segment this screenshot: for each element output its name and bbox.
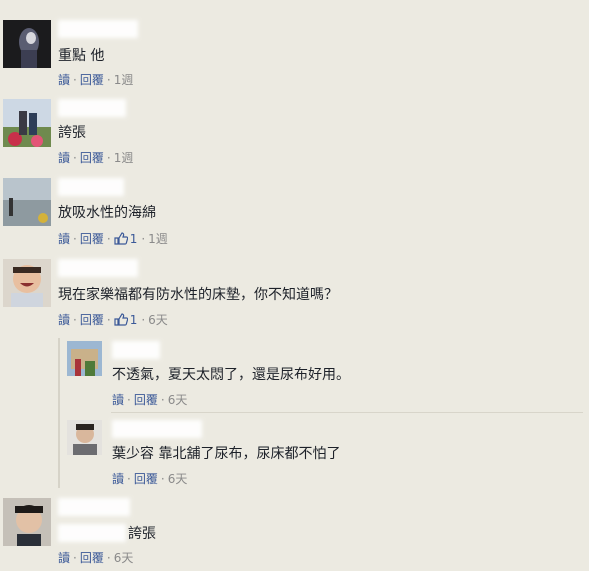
comment-actions: 讀 · 回覆 · 1 · 6天 [58,313,168,327]
reply-text: 不透氣，夏天太悶了，還是尿布好用。 [112,367,350,383]
reply-link[interactable]: 回覆 [80,551,104,565]
reply-text: 葉少容 靠北舖了尿布，尿床都不怕了 [112,446,341,462]
comment: 放吸水性的海綿 讀 · 回覆 · 1 · 1週 [3,178,583,248]
timestamp[interactable]: 1週 [114,73,134,87]
reply-link[interactable]: 回覆 [134,393,158,407]
commenter-name-redacted [58,498,130,516]
comment-text: 現在家樂福都有防水性的床墊，你不知道嗎？ [58,287,338,303]
reply-link[interactable]: 回覆 [80,313,104,327]
reply-link[interactable]: 回覆 [80,232,104,246]
reply-divider [111,412,583,413]
comment-actions: 讀 · 回覆 · 1 · 1週 [58,232,168,246]
read-link[interactable]: 讀 [58,551,70,565]
commenter-name-redacted [58,178,124,196]
read-link[interactable]: 讀 [112,393,124,407]
comment: 誇張 讀 · 回覆 · 6天 [3,498,583,568]
reply-actions: 讀 · 回覆 · 6天 [112,472,188,486]
avatar[interactable] [3,259,51,307]
comment-text: 誇張 [58,125,86,141]
thumbs-up-icon[interactable] [114,313,128,326]
commenter-name-redacted [58,259,138,277]
comment-text: 放吸水性的海綿 [58,205,156,221]
timestamp[interactable]: 1週 [148,232,168,246]
timestamp[interactable]: 6天 [168,472,188,486]
commenter-name-redacted [58,20,138,38]
comment-actions: 讀 · 回覆 · 1週 [58,151,134,165]
avatar[interactable] [3,498,51,546]
comment: 重點 他 讀 · 回覆 · 1週 [3,20,583,90]
read-link[interactable]: 讀 [58,151,70,165]
commenter-name-redacted [112,341,160,359]
comment: 誇張 讀 · 回覆 · 1週 [3,99,583,169]
timestamp[interactable]: 6天 [114,551,134,565]
avatar[interactable] [67,420,102,455]
reply-link[interactable]: 回覆 [80,151,104,165]
like-count[interactable]: 1 [130,232,138,246]
avatar[interactable] [3,178,51,226]
reply-thread-border [58,338,60,488]
read-link[interactable]: 讀 [58,313,70,327]
reply: 葉少容 靠北舖了尿布，尿床都不怕了 讀 · 回覆 · 6天 [67,420,583,490]
like-count[interactable]: 1 [130,313,138,327]
reply-actions: 讀 · 回覆 · 6天 [112,393,188,407]
comment-actions: 讀 · 回覆 · 6天 [58,551,134,565]
comment-text: 重點 他 [58,48,105,64]
avatar[interactable] [3,99,51,147]
comment-text: 誇張 [128,526,156,542]
timestamp[interactable]: 1週 [114,151,134,165]
timestamp[interactable]: 6天 [168,393,188,407]
commenter-name-redacted [112,420,202,438]
read-link[interactable]: 讀 [112,472,124,486]
comment: 現在家樂福都有防水性的床墊，你不知道嗎？ 讀 · 回覆 · 1 · 6天 [3,259,583,329]
read-link[interactable]: 讀 [58,73,70,87]
comment-actions: 讀 · 回覆 · 1週 [58,73,134,87]
reply-link[interactable]: 回覆 [80,73,104,87]
read-link[interactable]: 讀 [58,232,70,246]
commenter-name-redacted [58,99,126,117]
commenter-name-redacted [58,524,126,542]
reply-link[interactable]: 回覆 [134,472,158,486]
timestamp[interactable]: 6天 [148,313,168,327]
thumbs-up-icon[interactable] [114,232,128,245]
avatar[interactable] [3,20,51,68]
reply: 不透氣，夏天太悶了，還是尿布好用。 讀 · 回覆 · 6天 [67,341,583,411]
avatar[interactable] [67,341,102,376]
